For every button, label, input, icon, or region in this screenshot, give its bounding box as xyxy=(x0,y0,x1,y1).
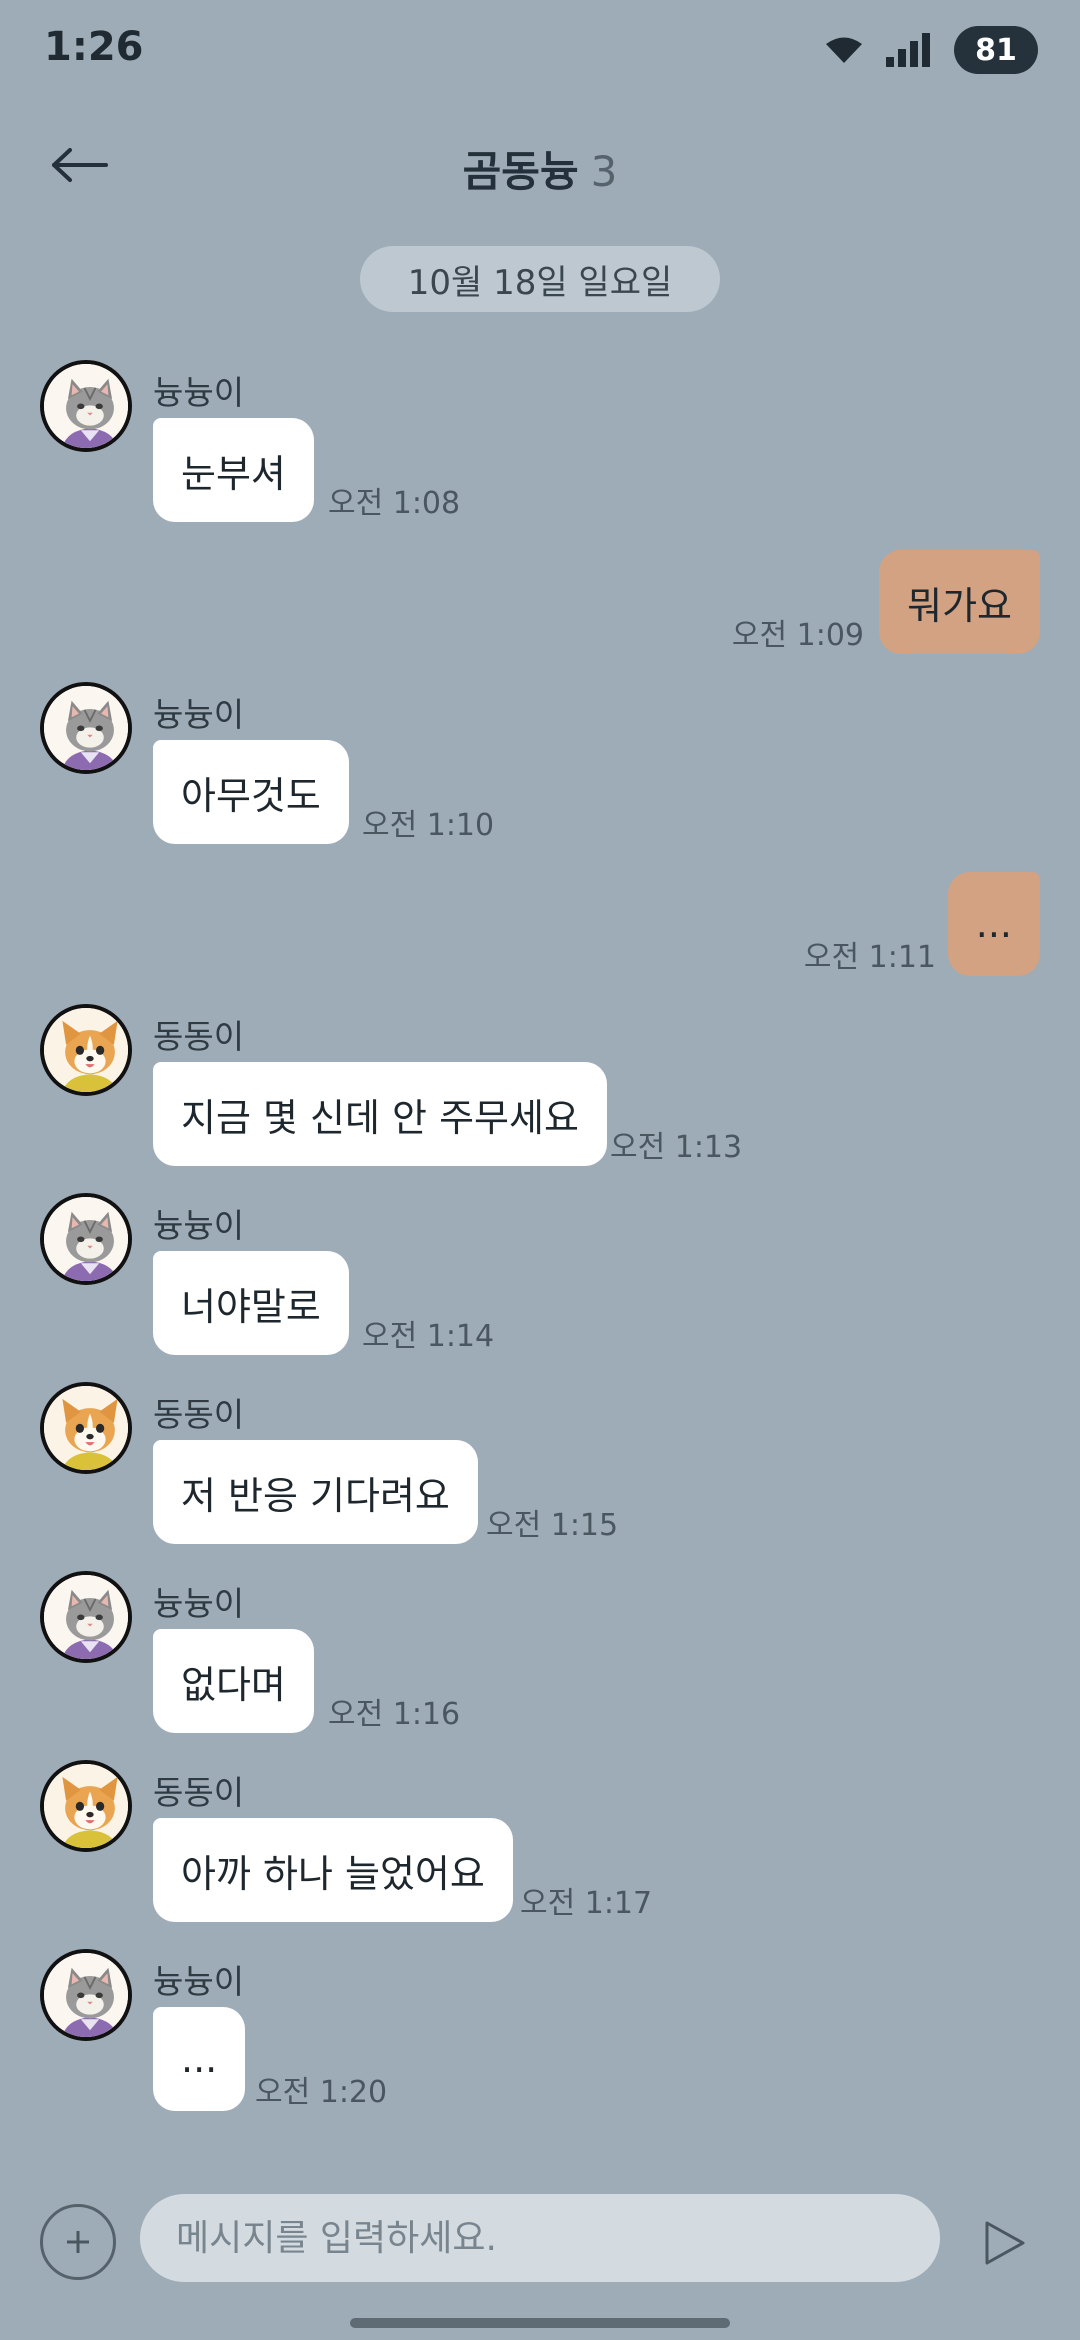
sender-name: 늉늉이 xyxy=(153,373,245,412)
message-time: 오전 1:13 xyxy=(610,1130,743,1165)
battery-indicator: 81 xyxy=(954,26,1038,74)
sender-name: 동동이 xyxy=(153,1395,245,1434)
sender-name: 늉늉이 xyxy=(153,1584,245,1623)
message-time: 오전 1:14 xyxy=(362,1319,495,1354)
send-icon xyxy=(985,2221,1025,2265)
sender-name: 늉늉이 xyxy=(153,695,245,734)
message-time: 오전 1:20 xyxy=(255,2075,388,2110)
sender-name: 늉늉이 xyxy=(153,1206,245,1245)
message-bubble[interactable]: 지금 몇 신데 안 주무세요 xyxy=(153,1062,607,1166)
status-time: 1:26 xyxy=(44,24,144,70)
attach-button[interactable] xyxy=(40,2204,116,2280)
dog-avatar-icon xyxy=(44,1008,132,1096)
cat-avatar-icon xyxy=(44,364,132,452)
message-bubble[interactable]: 너야말로 xyxy=(153,1251,349,1355)
message-bubble[interactable]: 아까 하나 늘었어요 xyxy=(153,1818,513,1922)
avatar[interactable] xyxy=(40,1760,132,1852)
message-bubble[interactable]: 아무것도 xyxy=(153,740,349,844)
dog-avatar-icon xyxy=(44,1386,132,1474)
cat-avatar-icon xyxy=(44,1575,132,1663)
status-bar: 1:26 81 xyxy=(0,0,1080,100)
avatar[interactable] xyxy=(40,1949,132,2041)
message-bubble[interactable]: 눈부셔 xyxy=(153,418,314,522)
message-bubble[interactable]: 뭐가요 xyxy=(879,550,1040,654)
sender-name: 동동이 xyxy=(153,1773,245,1812)
message-time: 오전 1:09 xyxy=(731,618,864,653)
message-time: 오전 1:16 xyxy=(328,1697,461,1732)
message-bubble[interactable]: ... xyxy=(947,872,1040,976)
message-time: 오전 1:10 xyxy=(362,808,495,843)
cat-avatar-icon xyxy=(44,1197,132,1285)
message-composer xyxy=(0,2188,1080,2298)
avatar[interactable] xyxy=(40,1004,132,1096)
avatar[interactable] xyxy=(40,1193,132,1285)
message-time: 오전 1:17 xyxy=(520,1886,653,1921)
message-input[interactable] xyxy=(140,2194,940,2282)
plus-icon xyxy=(67,2231,89,2253)
dog-avatar-icon xyxy=(44,1764,132,1852)
date-divider: 10월 18일 일요일 xyxy=(360,246,720,312)
message-bubble[interactable]: 저 반응 기다려요 xyxy=(153,1440,478,1544)
avatar[interactable] xyxy=(40,682,132,774)
member-count: 3 xyxy=(590,147,618,196)
message-time: 오전 1:15 xyxy=(486,1508,619,1543)
cat-avatar-icon xyxy=(44,1953,132,2041)
message-bubble[interactable]: 없다며 xyxy=(153,1629,314,1733)
wifi-icon xyxy=(826,37,862,63)
avatar[interactable] xyxy=(40,360,132,452)
cat-avatar-icon xyxy=(44,686,132,774)
message-bubble[interactable]: ... xyxy=(153,2007,246,2111)
message-time: 오전 1:11 xyxy=(803,940,936,975)
signal-icon xyxy=(886,33,930,67)
avatar[interactable] xyxy=(40,1382,132,1474)
sender-name: 늉늉이 xyxy=(153,1962,245,2001)
send-button[interactable] xyxy=(970,2208,1040,2278)
avatar[interactable] xyxy=(40,1571,132,1663)
chat-header: 곰동늉 3 xyxy=(0,110,1080,220)
status-icons: 81 xyxy=(824,26,1038,74)
sender-name: 동동이 xyxy=(153,1017,245,1056)
message-time: 오전 1:08 xyxy=(328,486,461,521)
chat-title: 곰동늉 3 xyxy=(0,138,1080,199)
chat-room-name: 곰동늉 xyxy=(462,147,579,196)
home-indicator[interactable] xyxy=(350,2318,730,2328)
